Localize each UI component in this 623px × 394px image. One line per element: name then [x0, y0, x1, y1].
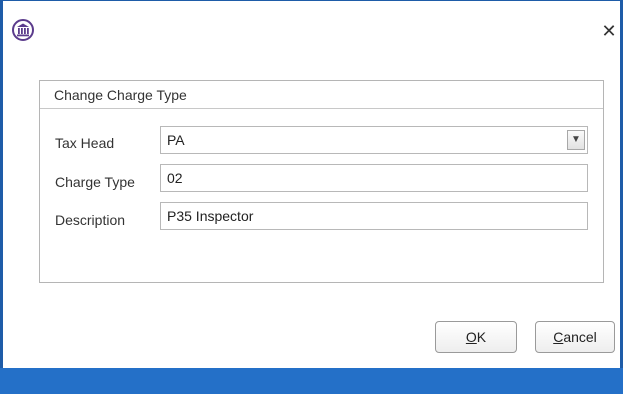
- ok-button[interactable]: OK: [435, 321, 517, 353]
- charge-type-label: Charge Type: [55, 174, 135, 190]
- cancel-mnemonic: C: [553, 329, 564, 345]
- cancel-label: ancel: [563, 329, 597, 345]
- description-value: P35 Inspector: [167, 208, 254, 224]
- description-label: Description: [55, 212, 126, 228]
- chevron-down-icon[interactable]: ▼: [567, 130, 585, 150]
- close-icon: ✕: [601, 21, 617, 41]
- change-charge-type-group: Change Charge Type Tax Head PA ▼ Charge …: [39, 80, 604, 283]
- cancel-button[interactable]: Cancel: [535, 321, 615, 353]
- change-charge-type-dialog: ✕ Change Charge Type Tax Head PA ▼ Charg…: [0, 0, 623, 394]
- description-field[interactable]: P35 Inspector: [160, 202, 588, 230]
- tax-head-label: Tax Head: [55, 135, 115, 151]
- tax-head-value: PA: [167, 132, 185, 148]
- close-button[interactable]: ✕: [599, 21, 619, 41]
- courthouse-icon: [12, 19, 34, 41]
- status-bar: [0, 368, 623, 394]
- ok-mnemonic: O: [465, 329, 477, 345]
- charge-type-field[interactable]: 02: [160, 164, 588, 192]
- ok-label: K: [476, 329, 487, 345]
- group-title: Change Charge Type: [40, 81, 603, 109]
- charge-type-value: 02: [167, 170, 183, 186]
- tax-head-select[interactable]: PA ▼: [160, 126, 588, 154]
